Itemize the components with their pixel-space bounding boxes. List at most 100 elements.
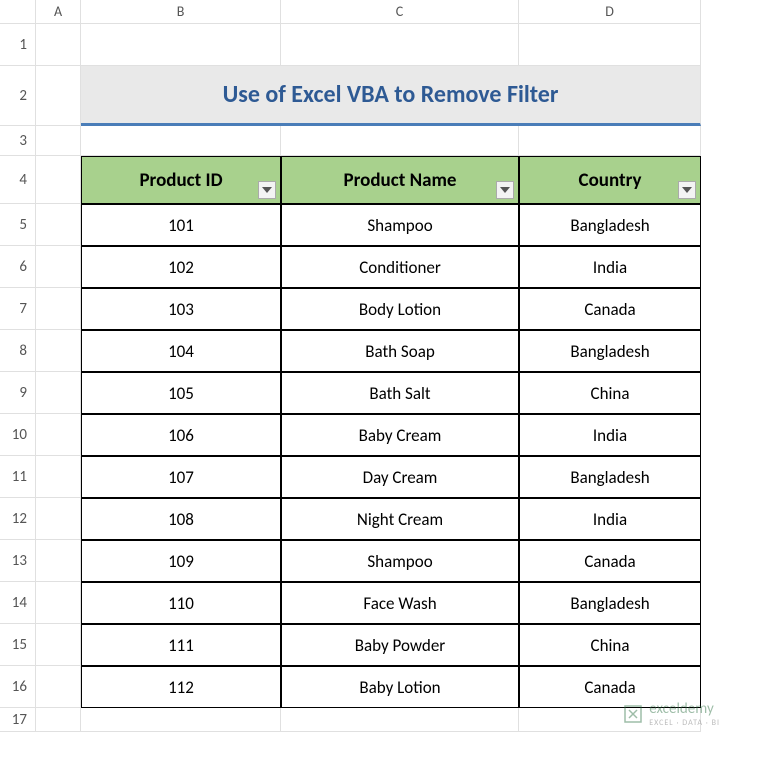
table-cell-name[interactable]: Shampoo <box>281 204 519 246</box>
table-cell-country[interactable]: Bangladesh <box>519 330 701 372</box>
filter-button-country[interactable] <box>678 181 696 199</box>
table-cell-name[interactable]: Night Cream <box>281 498 519 540</box>
filter-button-product-name[interactable] <box>496 181 514 199</box>
table-cell-id[interactable]: 106 <box>81 414 281 456</box>
watermark-sub: EXCEL · DATA · BI <box>649 718 720 728</box>
cell-A16[interactable] <box>36 666 81 708</box>
cell-A6[interactable] <box>36 246 81 288</box>
cell-A13[interactable] <box>36 540 81 582</box>
table-cell-country[interactable]: China <box>519 372 701 414</box>
column-header-B[interactable]: B <box>81 0 281 24</box>
cell-A9[interactable] <box>36 372 81 414</box>
spreadsheet-grid: A B C D 1 2 Use of Excel VBA to Remove F… <box>0 0 768 732</box>
watermark-brand: exceldemy <box>649 700 713 718</box>
cell-C17[interactable] <box>281 708 519 732</box>
table-cell-id[interactable]: 110 <box>81 582 281 624</box>
cell-A1[interactable] <box>36 24 81 66</box>
table-cell-id[interactable]: 111 <box>81 624 281 666</box>
cell-A17[interactable] <box>36 708 81 732</box>
cell-A12[interactable] <box>36 498 81 540</box>
cell-D3[interactable] <box>519 126 701 156</box>
column-header-A[interactable]: A <box>36 0 81 24</box>
table-cell-country[interactable]: Bangladesh <box>519 582 701 624</box>
table-cell-id[interactable]: 108 <box>81 498 281 540</box>
table-cell-id[interactable]: 104 <box>81 330 281 372</box>
table-cell-country[interactable]: Canada <box>519 288 701 330</box>
row-header-2[interactable]: 2 <box>0 66 36 126</box>
cell-A15[interactable] <box>36 624 81 666</box>
header-label: Country <box>579 169 642 192</box>
table-cell-id[interactable]: 105 <box>81 372 281 414</box>
row-header-3[interactable]: 3 <box>0 126 36 156</box>
table-cell-name[interactable]: Shampoo <box>281 540 519 582</box>
cell-A7[interactable] <box>36 288 81 330</box>
cell-A5[interactable] <box>36 204 81 246</box>
header-product-name[interactable]: Product Name <box>281 156 519 204</box>
table-cell-id[interactable]: 107 <box>81 456 281 498</box>
table-cell-name[interactable]: Body Lotion <box>281 288 519 330</box>
table-cell-id[interactable]: 103 <box>81 288 281 330</box>
row-header-7[interactable]: 7 <box>0 288 36 330</box>
cell-D1[interactable] <box>519 24 701 66</box>
cell-B3[interactable] <box>81 126 281 156</box>
header-label: Product ID <box>139 169 222 192</box>
row-header-14[interactable]: 14 <box>0 582 36 624</box>
cell-B1[interactable] <box>81 24 281 66</box>
cell-A4[interactable] <box>36 156 81 204</box>
cell-B17[interactable] <box>81 708 281 732</box>
table-cell-country[interactable]: India <box>519 246 701 288</box>
chevron-down-icon <box>682 187 692 193</box>
table-cell-country[interactable]: Bangladesh <box>519 456 701 498</box>
table-cell-name[interactable]: Bath Salt <box>281 372 519 414</box>
cell-C1[interactable] <box>281 24 519 66</box>
row-header-10[interactable]: 10 <box>0 414 36 456</box>
row-header-8[interactable]: 8 <box>0 330 36 372</box>
row-header-5[interactable]: 5 <box>0 204 36 246</box>
table-cell-name[interactable]: Baby Lotion <box>281 666 519 708</box>
header-label: Product Name <box>344 169 457 192</box>
row-header-6[interactable]: 6 <box>0 246 36 288</box>
cell-A8[interactable] <box>36 330 81 372</box>
table-cell-country[interactable]: India <box>519 498 701 540</box>
row-header-17[interactable]: 17 <box>0 708 36 732</box>
chevron-down-icon <box>500 187 510 193</box>
row-header-9[interactable]: 9 <box>0 372 36 414</box>
table-cell-name[interactable]: Baby Cream <box>281 414 519 456</box>
cell-A3[interactable] <box>36 126 81 156</box>
table-cell-name[interactable]: Baby Powder <box>281 624 519 666</box>
page-title[interactable]: Use of Excel VBA to Remove Filter <box>81 66 701 126</box>
row-header-1[interactable]: 1 <box>0 24 36 66</box>
table-cell-id[interactable]: 102 <box>81 246 281 288</box>
select-all-corner[interactable] <box>0 0 36 24</box>
table-cell-name[interactable]: Day Cream <box>281 456 519 498</box>
table-cell-id[interactable]: 101 <box>81 204 281 246</box>
row-header-16[interactable]: 16 <box>0 666 36 708</box>
table-cell-name[interactable]: Conditioner <box>281 246 519 288</box>
cell-A2[interactable] <box>36 66 81 126</box>
row-header-15[interactable]: 15 <box>0 624 36 666</box>
row-header-4[interactable]: 4 <box>0 156 36 204</box>
column-header-C[interactable]: C <box>281 0 519 24</box>
column-header-D[interactable]: D <box>519 0 701 24</box>
table-cell-name[interactable]: Face Wash <box>281 582 519 624</box>
table-cell-id[interactable]: 112 <box>81 666 281 708</box>
table-cell-country[interactable]: Canada <box>519 540 701 582</box>
table-cell-id[interactable]: 109 <box>81 540 281 582</box>
header-country[interactable]: Country <box>519 156 701 204</box>
cell-A10[interactable] <box>36 414 81 456</box>
row-header-12[interactable]: 12 <box>0 498 36 540</box>
row-header-13[interactable]: 13 <box>0 540 36 582</box>
row-header-11[interactable]: 11 <box>0 456 36 498</box>
table-cell-name[interactable]: Bath Soap <box>281 330 519 372</box>
cell-A11[interactable] <box>36 456 81 498</box>
header-product-id[interactable]: Product ID <box>81 156 281 204</box>
chevron-down-icon <box>262 187 272 193</box>
filter-button-product-id[interactable] <box>258 181 276 199</box>
cell-A14[interactable] <box>36 582 81 624</box>
table-cell-country[interactable]: China <box>519 624 701 666</box>
table-cell-country[interactable]: India <box>519 414 701 456</box>
table-cell-country[interactable]: Bangladesh <box>519 204 701 246</box>
watermark: exceldemy EXCEL · DATA · BI <box>623 700 720 728</box>
logo-icon <box>623 704 643 724</box>
cell-C3[interactable] <box>281 126 519 156</box>
